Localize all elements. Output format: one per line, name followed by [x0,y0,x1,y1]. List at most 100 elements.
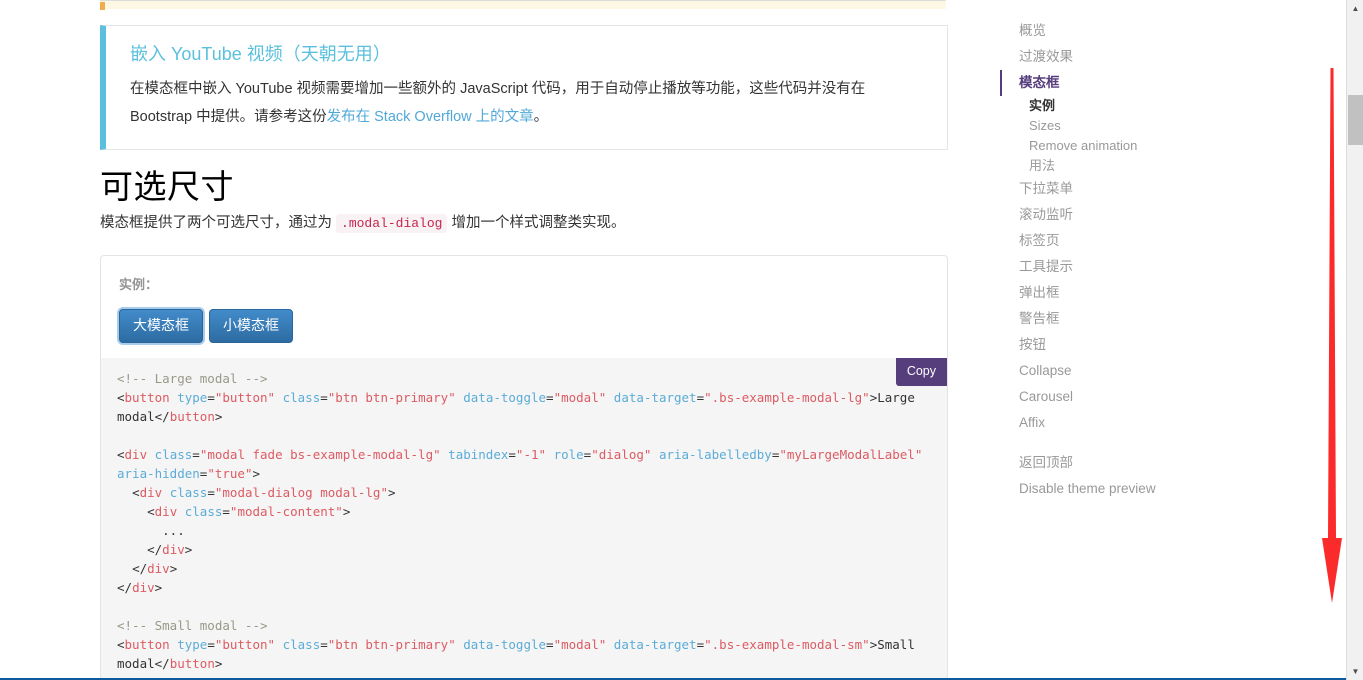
scrollbar-up-arrow-icon[interactable]: ▲ [1347,0,1363,17]
docs-sidebar-nav: 概览 过渡效果 模态框 实例 Sizes Remove animation 用法 下拉菜单 滚动… [1000,18,1230,502]
stack-overflow-article-link[interactable]: 发布在 Stack Overflow 上的文章 [327,109,534,125]
code-token: div [147,561,170,576]
sidebar-item-弹出框: 弹出框 [1000,280,1230,306]
code-token: "btn btn-primary" [327,637,456,652]
code-token: </ [117,561,148,576]
inline-code-modal-dialog: .modal-dialog [336,214,448,233]
code-token: > [387,485,396,500]
sidebar-item-用法: 用法 [1000,156,1230,176]
code-token: "modal-content" [229,504,343,519]
sidebar-item-collapse: Collapse [1000,358,1230,384]
truncated-warning-alert [100,0,946,10]
code-token: < [117,504,155,519]
sidebar-item-滚动监听-link[interactable]: 滚动监听 [1000,202,1230,228]
code-block-content: <!-- Large modal --> <button type="butto… [117,370,931,679]
scrollbar-thumb[interactable] [1348,95,1363,145]
sidebar-item-carousel-link[interactable]: Carousel [1000,384,1230,410]
code-token: class [154,447,193,462]
code-token: "-1" [515,447,547,462]
sidebar-item-标签页-link[interactable]: 标签页 [1000,228,1230,254]
code-token: = [222,504,230,519]
section-desc-after-code: 增加一个样式调整类实现。 [447,215,626,231]
sidebar-item-返回顶部-link[interactable]: 返回顶部 [1000,450,1230,476]
code-token: ... [117,523,185,538]
sidebar-item-sizes-link[interactable]: Sizes [1000,116,1230,136]
code-token: = [207,485,215,500]
sidebar-item-滚动监听: 滚动监听 [1000,202,1230,228]
code-token: = [207,390,215,405]
code-token: class [184,504,223,519]
sidebar-item-remove-animation-link[interactable]: Remove animation [1000,136,1230,156]
sidebar-item-实例: 实例 [1000,96,1230,116]
code-token: </ [117,542,163,557]
sidebar-sublist: 实例 Sizes Remove animation 用法 [1000,96,1230,176]
code-token: button [169,656,215,671]
sidebar-item-模态框: 模态框 实例 Sizes Remove animation 用法 [1000,70,1230,176]
code-token: div [162,542,185,557]
code-token: class [169,485,208,500]
sidebar-item-过渡效果: 过渡效果 [1000,44,1230,70]
section-description: 模态框提供了两个可选尺寸，通过为 .modal-dialog 增加一个样式调整类… [100,212,948,235]
sidebar-item-disable-theme-preview-link[interactable]: Disable theme preview [1000,476,1230,502]
code-token: = [546,637,554,652]
code-token: button [124,637,170,652]
sidebar-item-affix-link[interactable]: Affix [1000,410,1230,436]
code-token: = [320,390,328,405]
code-token: role [553,447,584,462]
sidebar-item-下拉菜单: 下拉菜单 [1000,176,1230,202]
sidebar-item-用法-link[interactable]: 用法 [1000,156,1230,176]
small-modal-button[interactable]: 小模态框 [209,309,293,343]
code-token: = [320,637,328,652]
code-token: "button" [214,637,276,652]
code-token: button [169,409,215,424]
sidebar-item-disable-theme-preview: Disable theme preview [1000,476,1230,502]
code-token: data-toggle [463,390,547,405]
sidebar-item-affix: Affix [1000,410,1230,436]
large-modal-button[interactable]: 大模态框 [119,309,203,343]
code-token: "myLargeModalLabel" [779,447,923,462]
info-panel-title: 嵌入 YouTube 视频（天朝无用） [130,44,391,64]
sidebar-item-警告框-link[interactable]: 警告框 [1000,306,1230,332]
browser-scrollbar[interactable]: ▲ ▼ [1346,0,1363,680]
sidebar-item-警告框: 警告框 [1000,306,1230,332]
code-token: "button" [214,390,276,405]
sidebar-item-按钮-link[interactable]: 按钮 [1000,332,1230,358]
copy-button[interactable]: Copy [895,358,947,386]
code-token: = [696,390,705,405]
code-token: > [214,656,223,671]
sidebar-item-概览: 概览 [1000,18,1230,44]
scrollbar-down-arrow-icon[interactable]: ▼ [1347,663,1363,680]
code-token: type [177,637,208,652]
code-token: > [214,409,223,424]
alert-accent-bar [100,2,105,10]
code-token: ".bs-example-modal-lg" [704,390,870,405]
code-token: tabindex [448,447,509,462]
code-token: aria-hidden [117,466,200,481]
sidebar-item-返回顶部: 返回顶部 [1000,450,1230,476]
code-token: div [124,447,148,462]
sidebar-item-工具提示-link[interactable]: 工具提示 [1000,254,1230,280]
code-token: "modal" [553,637,607,652]
sidebar-item-概览-link[interactable]: 概览 [1000,18,1230,44]
code-token: type [177,390,208,405]
example-preview-box: 实例： 大模态框 小模态框 [100,255,948,368]
code-token: "modal fade bs-example-modal-lg" [199,447,441,462]
sidebar-item-过渡效果-link[interactable]: 过渡效果 [1000,44,1230,70]
code-token: "btn btn-primary" [327,390,456,405]
sidebar-item-模态框-link[interactable]: 模态框 [1000,70,1230,96]
sidebar-item-carousel: Carousel [1000,384,1230,410]
sidebar-item-实例-link[interactable]: 实例 [1000,96,1230,116]
code-token: <!-- Large modal --> [117,371,268,386]
sidebar-item-collapse-link[interactable]: Collapse [1000,358,1230,384]
code-token: < [117,485,140,500]
page-root: 嵌入 YouTube 视频（天朝无用） 在模态框中嵌入 YouTube 视频需要… [0,0,1363,680]
sidebar-item-下拉菜单-link[interactable]: 下拉菜单 [1000,176,1230,202]
sidebar-item-弹出框-link[interactable]: 弹出框 [1000,280,1230,306]
code-token: = [207,637,215,652]
code-token: data-toggle [463,637,547,652]
